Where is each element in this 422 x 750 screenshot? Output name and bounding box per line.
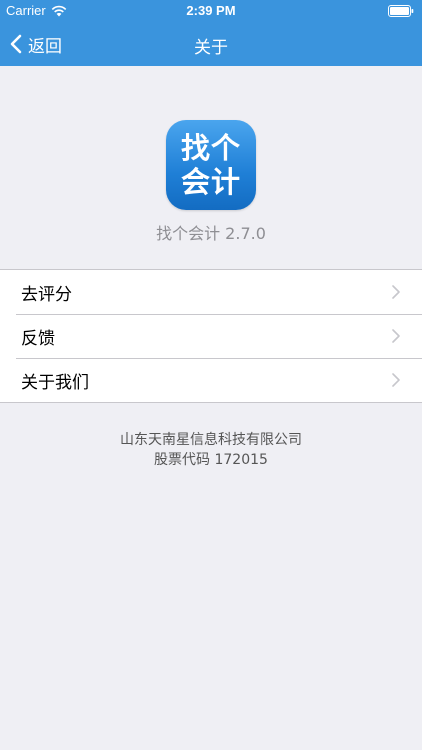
menu-group: 去评分 反馈 关于我们 [0, 269, 422, 403]
menu-item-label: 去评分 [21, 284, 72, 305]
header: Carrier 2:39 PM 返回 关于 [0, 0, 422, 66]
chevron-right-icon [392, 329, 400, 343]
menu-item-about-us[interactable]: 关于我们 [0, 358, 422, 402]
chevron-right-icon [392, 373, 400, 387]
app-logo-line2: 会计 [180, 165, 241, 199]
stock-code: 股票代码 172015 [154, 452, 268, 468]
page-title: 关于 [194, 38, 228, 58]
menu-item-feedback[interactable]: 反馈 [0, 314, 422, 358]
status-bar: Carrier 2:39 PM [0, 0, 422, 22]
menu-item-rate[interactable]: 去评分 [0, 270, 422, 314]
app-logo-line1: 找个 [180, 131, 241, 165]
battery-icon [388, 5, 414, 17]
menu-item-label: 关于我们 [21, 372, 89, 393]
menu-item-label: 反馈 [21, 328, 55, 349]
nav-bar: 返回 关于 [0, 22, 422, 66]
app-info: 找个 会计 找个会计 2.7.0 [0, 120, 422, 244]
app-logo-icon: 找个 会计 [166, 120, 256, 210]
chevron-right-icon [392, 285, 400, 299]
company-info: 山东天南星信息科技有限公司 股票代码 172015 [0, 430, 422, 470]
company-name: 山东天南星信息科技有限公司 [120, 432, 302, 448]
status-time: 2:39 PM [186, 3, 236, 18]
app-version: 找个会计 2.7.0 [156, 224, 266, 243]
